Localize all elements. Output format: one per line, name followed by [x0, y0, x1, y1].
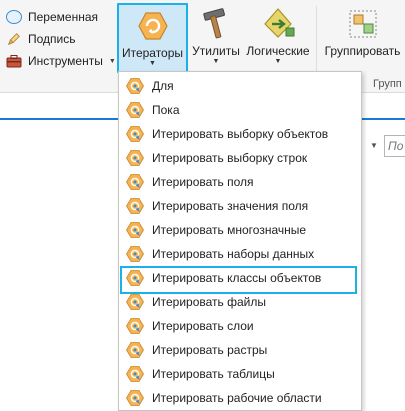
chevron-down-icon: ▼ — [108, 57, 116, 65]
menu-item-label: Итерировать многозначные — [152, 223, 307, 237]
menu-item-iterate-rasters[interactable]: Итерировать растры — [119, 338, 361, 362]
menu-item-label: Итерировать файлы — [152, 295, 266, 309]
menu-item-label: Итерировать поля — [152, 175, 254, 189]
menu-item-label: Итерировать наборы данных — [152, 247, 315, 261]
iterator-hexagon-icon — [126, 342, 144, 358]
iterator-hexagon-icon — [126, 102, 144, 118]
menu-item-while[interactable]: Пока — [119, 98, 361, 122]
menu-item-iterate-feature-selection[interactable]: Итерировать выборку объектов — [119, 122, 361, 146]
iterator-hexagon-icon — [126, 270, 144, 286]
search-placeholder: По — [388, 139, 404, 153]
menu-item-label: Итерировать слои — [152, 319, 254, 333]
menu-item-iterate-datasets[interactable]: Итерировать наборы данных — [119, 242, 361, 266]
menu-item-iterate-files[interactable]: Итерировать файлы — [119, 290, 361, 314]
iterator-hexagon-icon — [137, 12, 168, 40]
variable-label: Переменная — [28, 10, 98, 24]
menu-item-iterate-tables[interactable]: Итерировать таблицы — [119, 362, 361, 386]
menu-item-label: Итерировать классы объектов — [152, 271, 322, 285]
iterator-hexagon-icon — [126, 222, 144, 238]
group-section-label: Групп — [373, 78, 402, 90]
logical-label: Логические — [246, 44, 310, 58]
menu-item-iterate-field-values[interactable]: Итерировать значения поля — [119, 194, 361, 218]
iterator-hexagon-icon — [126, 366, 144, 382]
group-icon — [349, 10, 376, 38]
menu-item-label: Итерировать выборку строк — [152, 151, 308, 165]
group-label: Группировать — [324, 44, 401, 58]
menu-item-iterate-multivalue[interactable]: Итерировать многозначные — [119, 218, 361, 242]
logical-button[interactable]: Логические ▼ — [244, 3, 312, 73]
variable-button[interactable]: Переменная — [6, 7, 98, 27]
menu-item-iterate-layers[interactable]: Итерировать слои — [119, 314, 361, 338]
menu-item-iterate-feature-classes[interactable]: Итерировать классы объектов — [119, 266, 361, 294]
iterator-hexagon-icon — [126, 318, 144, 334]
toolbox-icon — [6, 55, 22, 68]
iterator-hexagon-icon — [126, 174, 144, 190]
menu-item-iterate-fields[interactable]: Итерировать поля — [119, 170, 361, 194]
iterators-label: Итераторы — [121, 46, 184, 60]
menu-item-for[interactable]: Для — [119, 74, 361, 98]
iterator-hexagon-icon — [126, 150, 144, 166]
utilities-button[interactable]: Утилиты ▼ — [191, 3, 241, 73]
chevron-down-icon: ▼ — [149, 60, 156, 67]
label-label: Подпись — [28, 32, 76, 46]
hammer-icon — [203, 8, 225, 39]
chevron-down-icon: ▼ — [274, 58, 282, 65]
utilities-label: Утилиты — [192, 44, 240, 58]
menu-item-label: Итерировать таблицы — [152, 367, 275, 381]
menu-item-label: Итерировать значения поля — [152, 199, 309, 213]
iterator-hexagon-icon — [126, 126, 144, 142]
iterator-hexagon-icon — [126, 390, 144, 406]
menu-item-label: Итерировать выборку объектов — [152, 127, 329, 141]
logical-diamond-icon — [264, 8, 295, 38]
label-button[interactable]: Подпись — [6, 29, 76, 49]
chevron-down-icon[interactable]: ▼ — [370, 141, 378, 150]
iterator-hexagon-icon — [126, 294, 144, 310]
tools-label: Инструменты — [28, 54, 103, 68]
menu-item-label: Пока — [152, 103, 180, 117]
iterators-dropdown-menu: Для Пока Итерировать выборку объектов Итери… — [118, 71, 362, 411]
pencil-label-icon — [7, 33, 20, 46]
iterator-hexagon-icon — [126, 198, 144, 214]
ellipse-variable-icon — [6, 10, 22, 24]
menu-item-label: Итерировать рабочие области — [152, 391, 322, 405]
chevron-down-icon: ▼ — [212, 58, 220, 65]
group-button[interactable]: Группировать — [320, 3, 405, 73]
tools-button[interactable]: Инструменты ▼ — [6, 51, 116, 71]
search-input[interactable]: По — [384, 135, 405, 157]
menu-item-label: Итерировать растры — [152, 343, 268, 357]
iterators-button[interactable]: Итераторы ▼ — [117, 3, 188, 73]
iterator-hexagon-icon — [126, 78, 144, 94]
menu-item-label: Для — [152, 79, 174, 93]
menu-item-iterate-workspaces[interactable]: Итерировать рабочие области — [119, 386, 361, 410]
menu-item-iterate-row-selection[interactable]: Итерировать выборку строк — [119, 146, 361, 170]
iterator-hexagon-icon — [126, 246, 144, 262]
